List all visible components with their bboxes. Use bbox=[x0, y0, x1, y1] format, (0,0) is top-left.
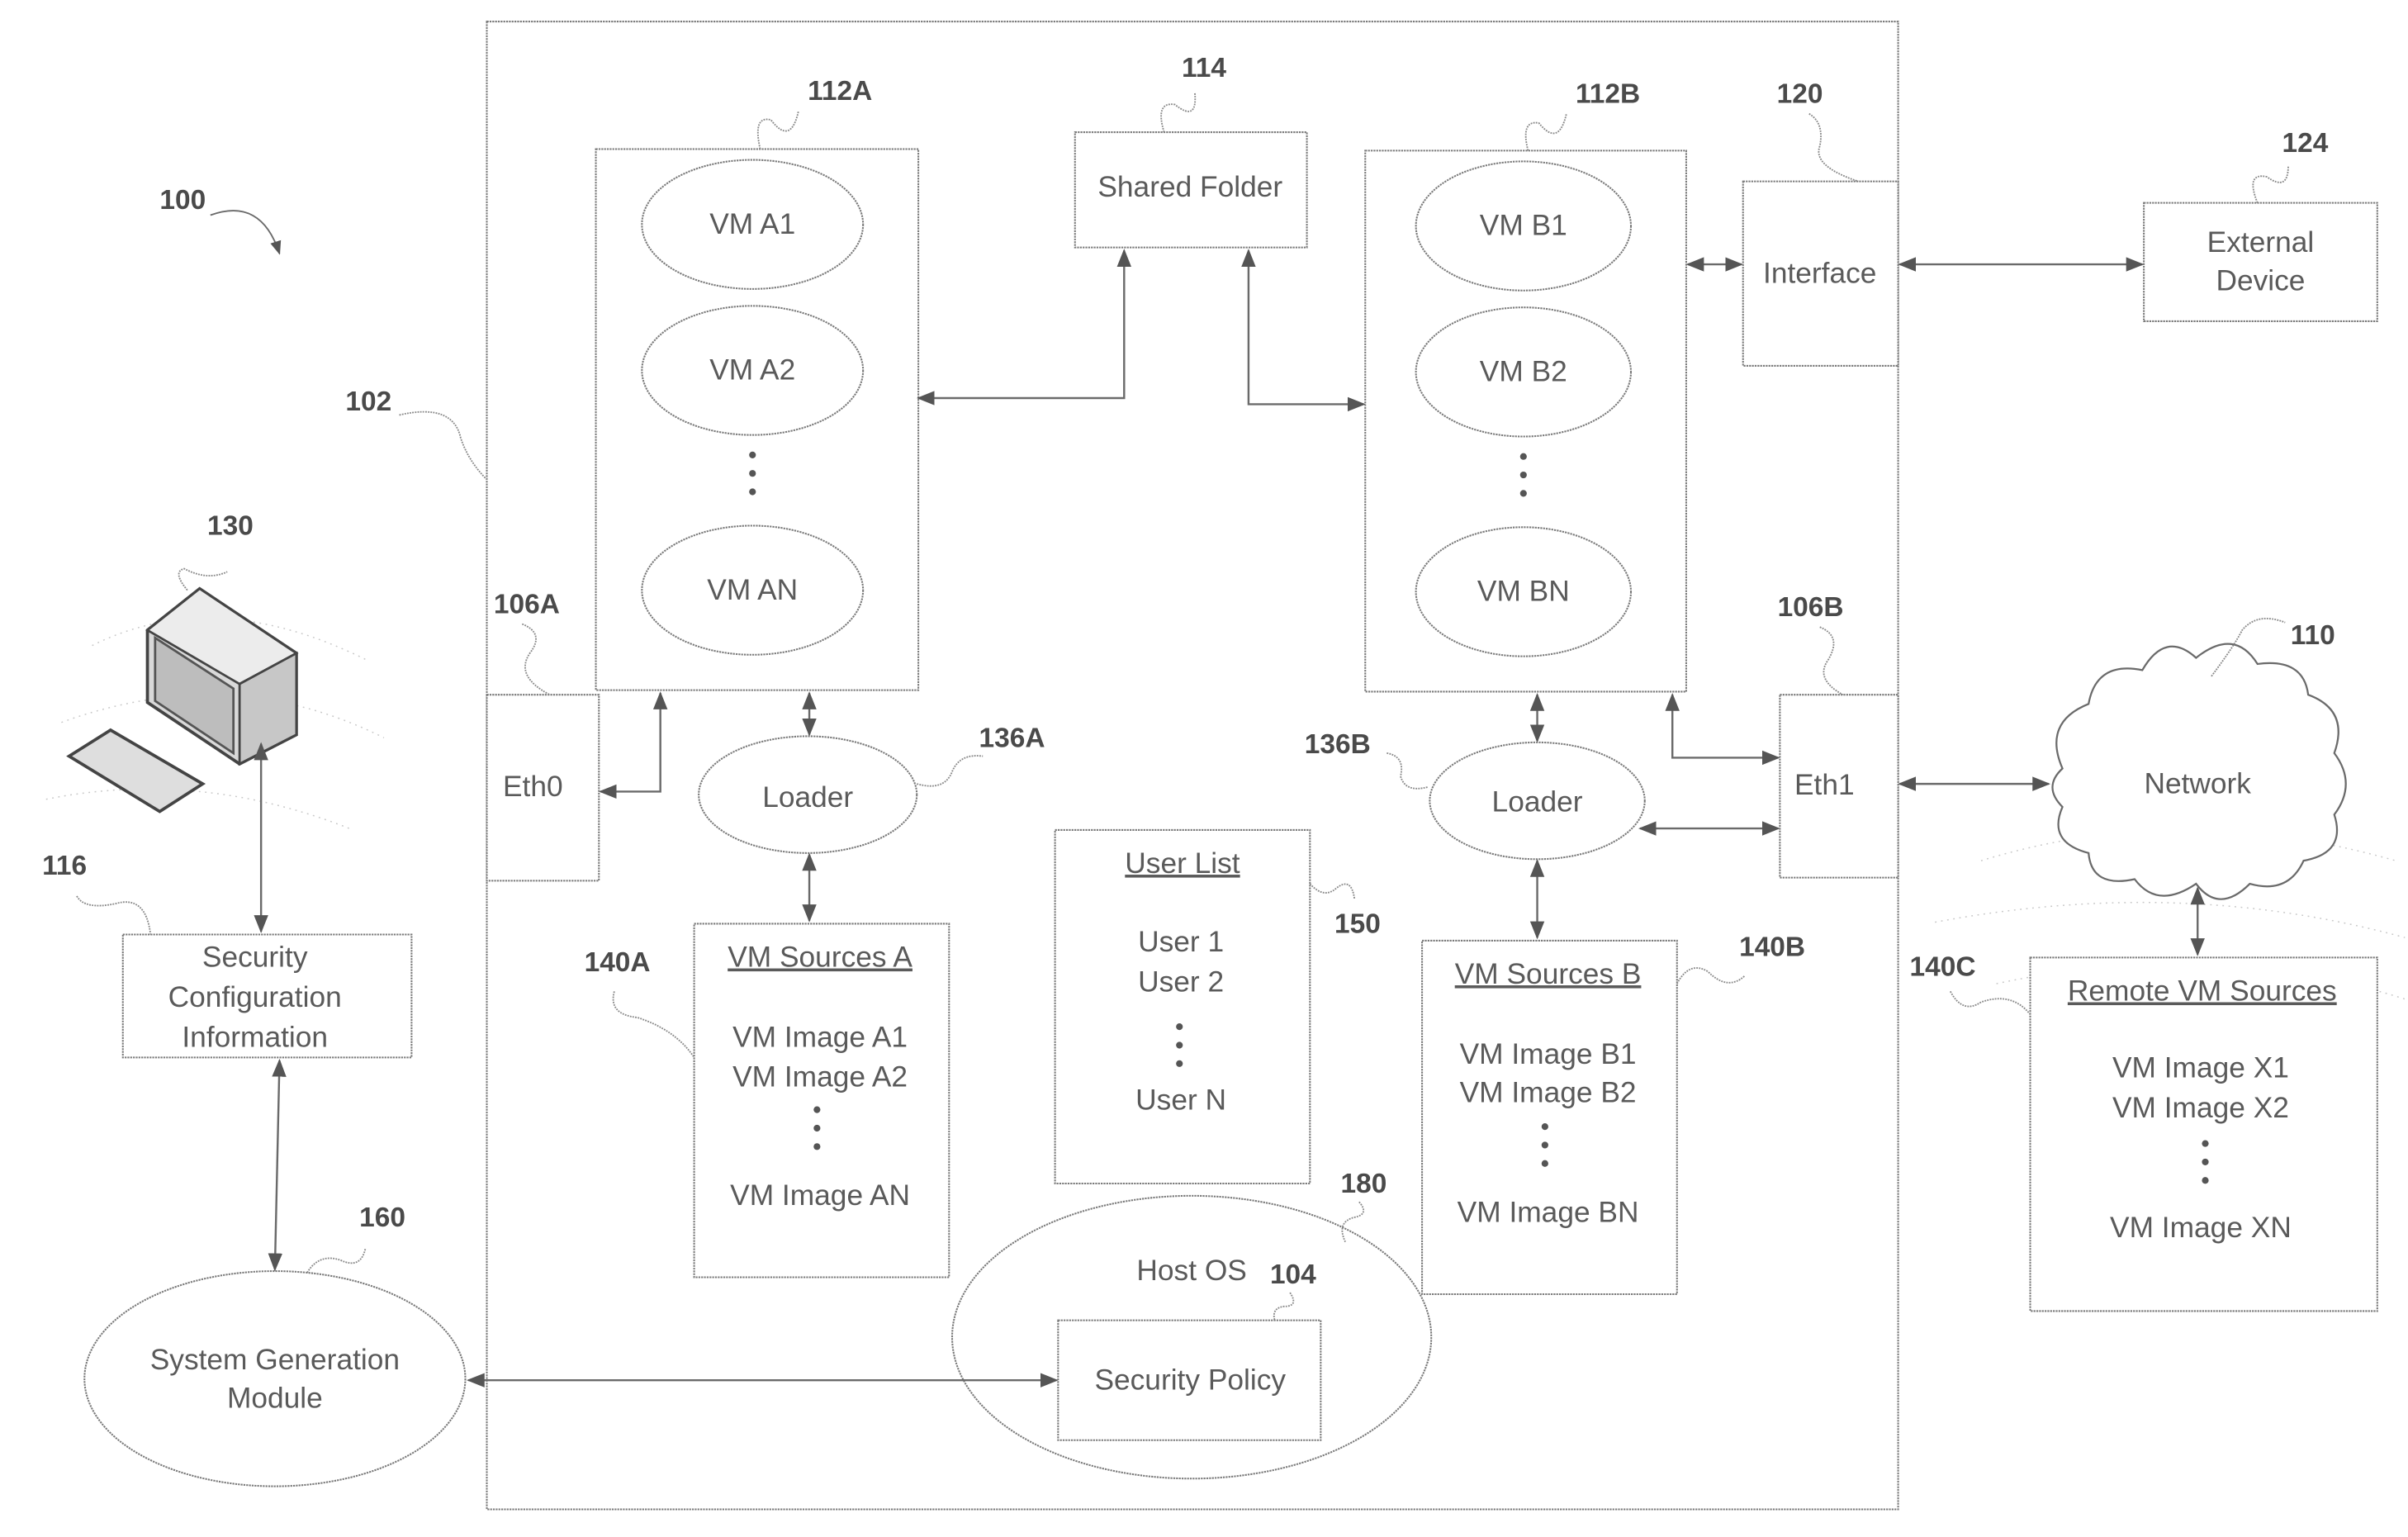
external-device[interactable] bbox=[2143, 202, 2378, 322]
vm-image-xn: VM Image XN bbox=[2110, 1212, 2292, 1244]
system-generation-line2: Module bbox=[227, 1383, 323, 1415]
vm-sources-a-title: VM Sources A bbox=[728, 942, 912, 974]
ref-130: 130 bbox=[207, 511, 254, 542]
vm-image-x2: VM Image X2 bbox=[2112, 1092, 2289, 1124]
vm-b1-label: VM B1 bbox=[1480, 210, 1567, 242]
external-device-line2: Device bbox=[2216, 265, 2305, 297]
ref-110: 110 bbox=[2291, 620, 2335, 651]
loader-a-label: Loader bbox=[762, 781, 853, 814]
security-config-line2: Configuration bbox=[168, 981, 342, 1013]
leader-106b bbox=[1819, 626, 1844, 695]
vm-b2-label: VM B2 bbox=[1480, 356, 1567, 388]
ref-114: 114 bbox=[1182, 53, 1226, 83]
vm-sources-b-title: VM Sources B bbox=[1455, 958, 1642, 990]
ref-140a: 140A bbox=[585, 947, 651, 978]
ref-140c: 140C bbox=[1910, 952, 1976, 983]
vm-image-an: VM Image AN bbox=[730, 1179, 910, 1212]
leader-124 bbox=[2252, 165, 2289, 203]
remote-vm-sources-box[interactable] bbox=[2029, 956, 2378, 1312]
leader-160 bbox=[306, 1247, 367, 1274]
vm-image-a1: VM Image A1 bbox=[732, 1021, 908, 1053]
vm-image-b1: VM Image B1 bbox=[1460, 1038, 1637, 1070]
user-list-item-n: User N bbox=[1135, 1084, 1226, 1117]
security-config-line1: Security bbox=[202, 942, 308, 974]
leader-120 bbox=[1808, 112, 1859, 183]
user-list-box[interactable] bbox=[1054, 828, 1311, 1184]
ref-112a: 112A bbox=[808, 76, 872, 107]
link-shared-vmb bbox=[1241, 249, 1366, 412]
leader-116 bbox=[76, 895, 152, 935]
vm-sources-b-box[interactable] bbox=[1421, 939, 1678, 1295]
link-config-sysgen bbox=[268, 1058, 287, 1272]
vm-sources-a-box[interactable] bbox=[693, 923, 950, 1278]
host-os-label: Host OS bbox=[1136, 1255, 1246, 1287]
leader-130 bbox=[178, 567, 228, 591]
user-list-item-1: User 1 bbox=[1138, 926, 1224, 958]
system-diagram: 100 102 112A VM A1 VM A2 VM AN Shared Fo… bbox=[42, 21, 2406, 1511]
vm-a2-label: VM A2 bbox=[709, 354, 795, 387]
ref-150: 150 bbox=[1334, 909, 1381, 940]
link-vma-eth0 bbox=[598, 691, 668, 799]
system-generation-module[interactable] bbox=[83, 1270, 467, 1487]
ref-136b: 136B bbox=[1305, 729, 1371, 760]
vm-an-label: VM AN bbox=[707, 574, 798, 606]
leader-112b bbox=[1524, 113, 1567, 151]
vm-image-b2: VM Image B2 bbox=[1460, 1076, 1637, 1108]
ref-120: 120 bbox=[1777, 79, 1823, 110]
ref-104: 104 bbox=[1270, 1259, 1316, 1290]
ref-136a: 136A bbox=[979, 723, 1045, 753]
leader-150 bbox=[1309, 883, 1356, 899]
remote-vm-sources-title: Remote VM Sources bbox=[2068, 975, 2337, 1008]
ref-124: 124 bbox=[2282, 128, 2328, 159]
ref-180: 180 bbox=[1340, 1169, 1386, 1199]
external-device-line1: External bbox=[2207, 226, 2315, 259]
leader-140c bbox=[1949, 990, 2031, 1015]
vm-a1-label: VM A1 bbox=[709, 208, 795, 240]
ref-112b: 112B bbox=[1576, 79, 1640, 110]
security-config-line3: Information bbox=[182, 1021, 328, 1053]
ref-100: 100 bbox=[159, 185, 206, 216]
vm-image-a2: VM Image A2 bbox=[732, 1061, 908, 1093]
ref-106a: 106A bbox=[494, 590, 560, 620]
system-generation-line1: System Generation bbox=[150, 1344, 400, 1376]
security-policy-label: Security Policy bbox=[1094, 1364, 1286, 1396]
ref-140b: 140B bbox=[1739, 932, 1805, 963]
leader-140a bbox=[612, 991, 695, 1058]
leader-136a bbox=[916, 755, 984, 787]
leader-114 bbox=[1160, 92, 1197, 133]
vm-bn-label: VM BN bbox=[1477, 576, 1570, 608]
ref-102: 102 bbox=[345, 387, 391, 417]
link-vmb-eth1 bbox=[1665, 692, 1780, 766]
user-list-title: User List bbox=[1125, 847, 1240, 880]
shared-folder-label: Shared Folder bbox=[1097, 171, 1282, 203]
user-list-item-2: User 2 bbox=[1138, 965, 1224, 998]
computer-icon[interactable] bbox=[66, 586, 299, 814]
leader-140b bbox=[1676, 967, 1746, 984]
ref-116: 116 bbox=[42, 851, 87, 881]
ref-160: 160 bbox=[359, 1203, 405, 1233]
leader-136b bbox=[1386, 752, 1429, 790]
leader-106a bbox=[521, 623, 551, 695]
leader-112a bbox=[756, 110, 799, 149]
network-label: Network bbox=[2144, 767, 2251, 799]
leader-102 bbox=[399, 410, 488, 481]
vm-image-bn: VM Image BN bbox=[1458, 1196, 1639, 1228]
eth1-label: Eth1 bbox=[1794, 769, 1855, 801]
link-vma-shared bbox=[916, 249, 1131, 406]
eth0-label: Eth0 bbox=[503, 771, 563, 803]
vm-image-x1: VM Image X1 bbox=[2112, 1052, 2289, 1084]
interface-label: Interface bbox=[1763, 257, 1876, 289]
ref-106b: 106B bbox=[1778, 592, 1844, 623]
arrow-100 bbox=[210, 210, 282, 255]
loader-b-label: Loader bbox=[1492, 786, 1583, 818]
